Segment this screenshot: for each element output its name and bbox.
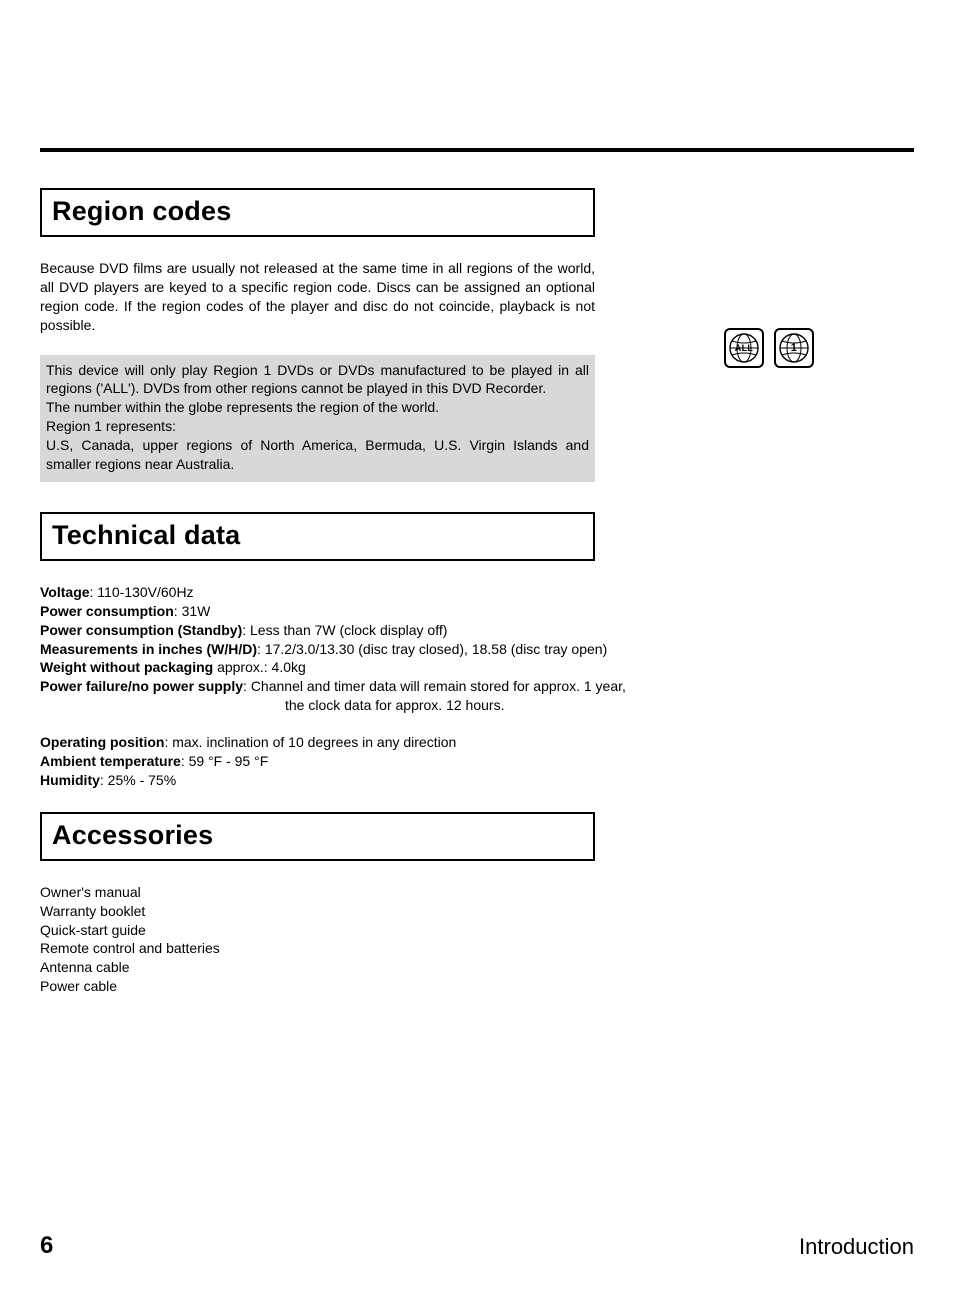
list-item: Remote control and batteries bbox=[40, 939, 914, 958]
list-item: Antenna cable bbox=[40, 958, 914, 977]
section-heading-accessories: Accessories bbox=[40, 812, 595, 861]
accessories-list: Owner's manual Warranty booklet Quick-st… bbox=[40, 883, 914, 996]
region-gray-note: This device will only play Region 1 DVDs… bbox=[40, 355, 595, 482]
globe-label-1: 1 bbox=[791, 342, 797, 354]
page-footer: 6 Introduction bbox=[40, 1232, 914, 1260]
region-gray-line1: This device will only play Region 1 DVDs… bbox=[46, 362, 589, 397]
region-gray-line2: The number within the globe represents t… bbox=[46, 398, 589, 417]
spec-row: Voltage: 110-130V/60Hz bbox=[40, 583, 640, 602]
heading-region-codes: Region codes bbox=[52, 196, 583, 227]
chapter-title: Introduction bbox=[799, 1234, 914, 1260]
spec-row: Power consumption: 31W bbox=[40, 602, 640, 621]
list-item: Warranty booklet bbox=[40, 902, 914, 921]
region-intro-paragraph: Because DVD films are usually not releas… bbox=[40, 259, 595, 335]
section-heading-technical: Technical data bbox=[40, 512, 595, 561]
section-heading-region: Region codes bbox=[40, 188, 595, 237]
page-number: 6 bbox=[40, 1232, 53, 1260]
globe-label-all: ALL bbox=[735, 343, 753, 353]
region-globe-1: 1 bbox=[774, 328, 814, 368]
spec-row: Weight without packaging approx.: 4.0kg bbox=[40, 658, 640, 677]
spec-row: Ambient temperature: 59 °F - 95 °F bbox=[40, 752, 640, 771]
region-globe-all: ALL bbox=[724, 328, 764, 368]
region-globe-icons: ALL 1 bbox=[724, 328, 814, 368]
spec-row: Humidity: 25% - 75% bbox=[40, 771, 640, 790]
region-gray-line3: Region 1 represents: bbox=[46, 417, 589, 436]
spec-row: Power consumption (Standby): Less than 7… bbox=[40, 621, 640, 640]
heading-technical-data: Technical data bbox=[52, 520, 583, 551]
spec-row: Power failure/no power supply: Channel a… bbox=[40, 677, 640, 696]
spec-row-cont: the clock data for approx. 12 hours. bbox=[40, 696, 640, 715]
list-item: Power cable bbox=[40, 977, 914, 996]
tech-spec-list: Voltage: 110-130V/60Hz Power consumption… bbox=[40, 583, 640, 790]
list-item: Quick-start guide bbox=[40, 921, 914, 940]
spec-row: Operating position: max. inclination of … bbox=[40, 733, 640, 752]
top-rule bbox=[40, 148, 914, 152]
heading-accessories: Accessories bbox=[52, 820, 583, 851]
list-item: Owner's manual bbox=[40, 883, 914, 902]
region-gray-line4: U.S, Canada, upper regions of North Amer… bbox=[46, 437, 589, 472]
spec-row: Measurements in inches (W/H/D): 17.2/3.0… bbox=[40, 640, 640, 659]
